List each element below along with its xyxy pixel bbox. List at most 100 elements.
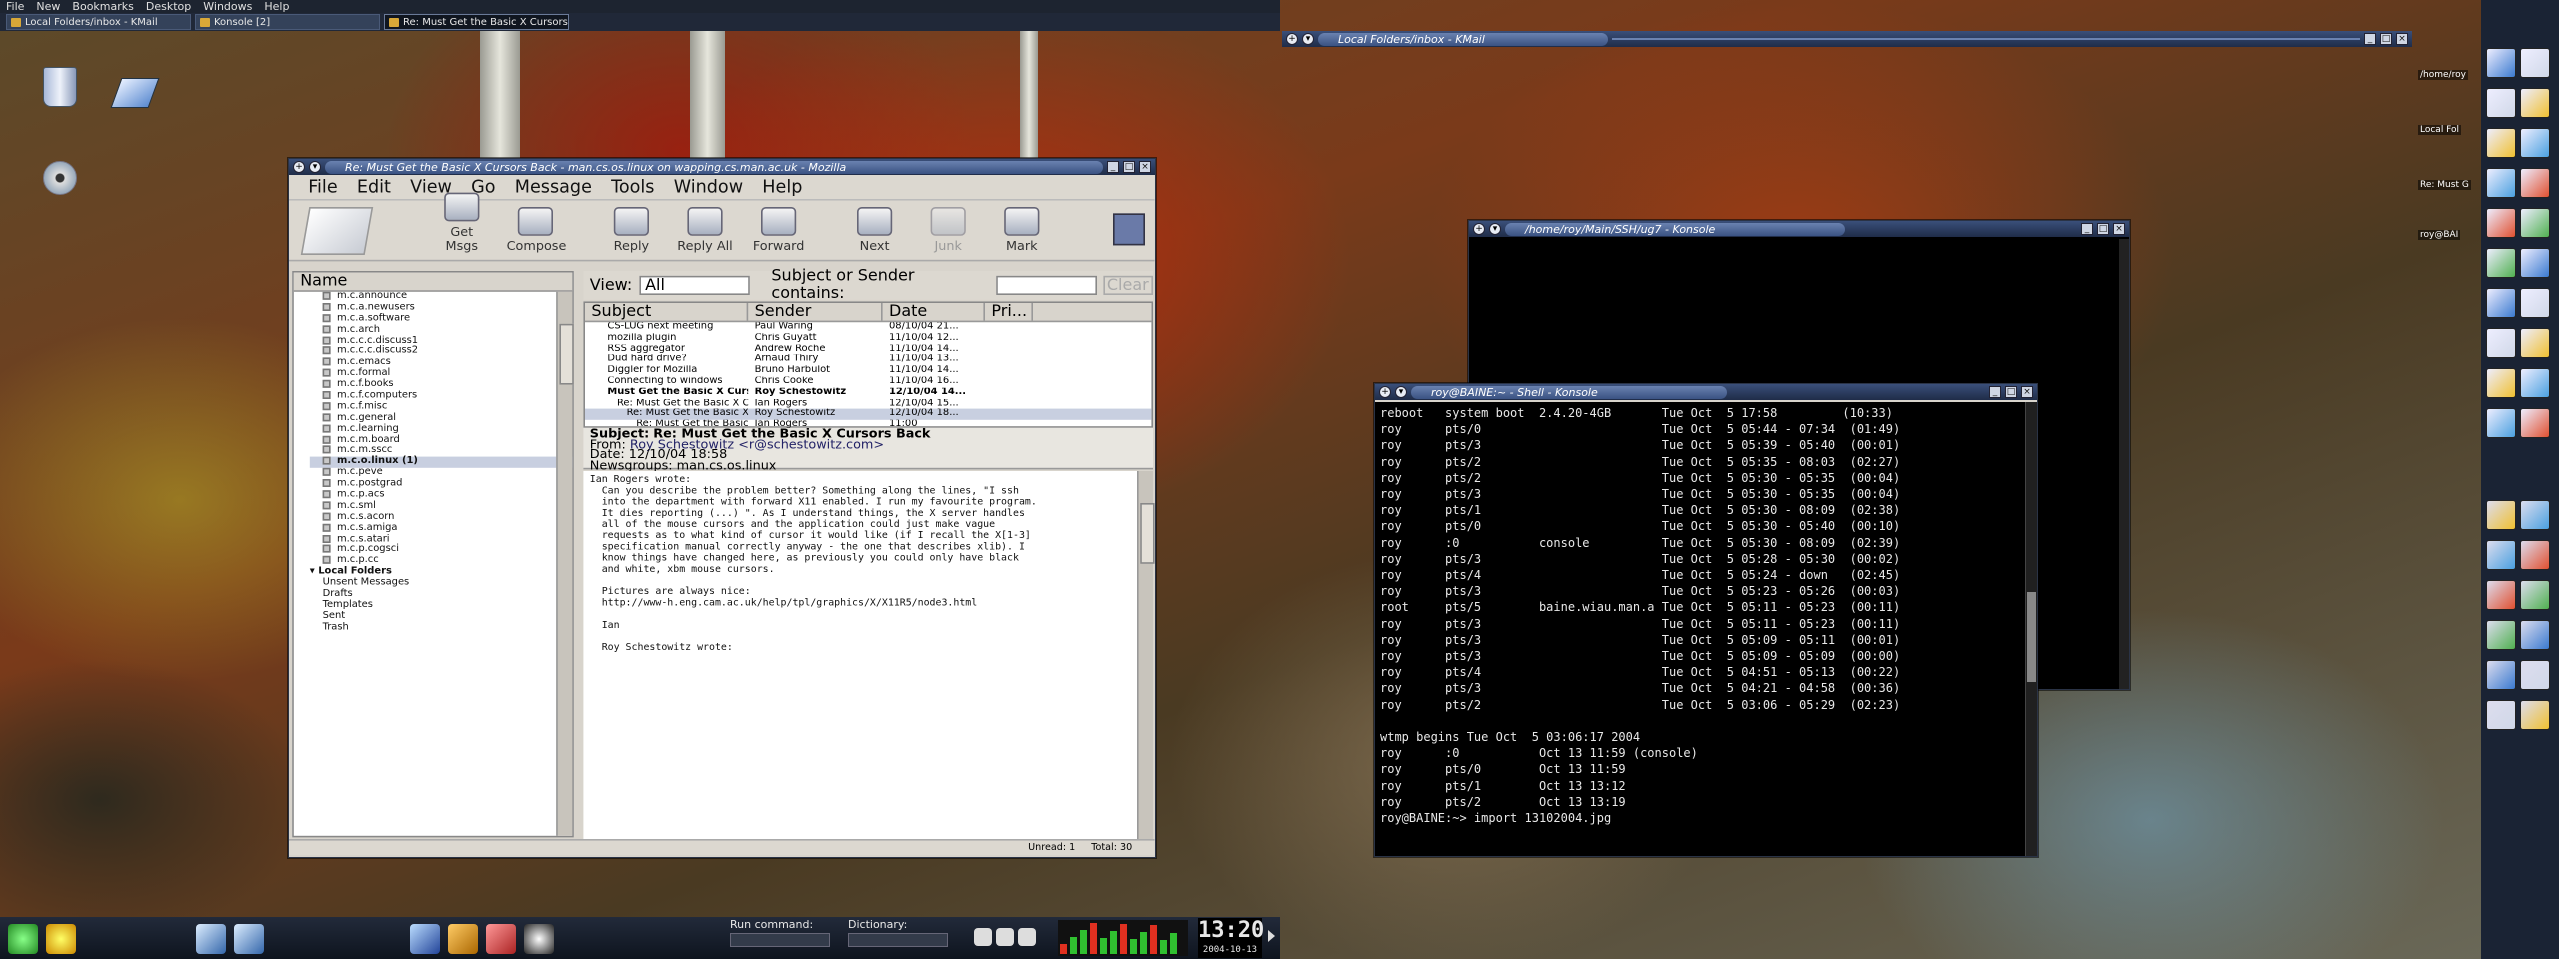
dock-launcher-icon[interactable] bbox=[2486, 580, 2516, 610]
mozilla-titlebar[interactable]: + ▾ Re: Must Get the Basic X Cursors Bac… bbox=[289, 159, 1155, 175]
dock-label-home[interactable]: /home/roy bbox=[2418, 70, 2468, 80]
dock-launcher-icon[interactable] bbox=[2486, 408, 2516, 438]
menu-file[interactable]: File bbox=[308, 177, 337, 198]
panel-clock[interactable]: 13:20 2004-10-13 bbox=[1198, 918, 1264, 958]
compose-button[interactable]: Compose bbox=[507, 207, 566, 253]
dock-launcher-icon[interactable] bbox=[2486, 88, 2516, 118]
task-kmail[interactable]: Local Folders/inbox - KMail bbox=[6, 14, 191, 30]
view-select[interactable]: All bbox=[638, 275, 749, 295]
dock-launcher-icon[interactable] bbox=[2520, 88, 2550, 118]
konsole-titlebar[interactable]: + ▾ roy@BAINE:~ - Shell - Konsole _ □ × bbox=[1375, 384, 2037, 400]
minimize-icon[interactable]: _ bbox=[1107, 161, 1119, 173]
dock-launcher-icon[interactable] bbox=[2520, 168, 2550, 198]
lightning-icon[interactable] bbox=[46, 924, 76, 954]
menu-desktop[interactable]: Desktop bbox=[146, 0, 191, 13]
dock-label-konsole[interactable]: roy@BAI bbox=[2418, 230, 2461, 240]
dock-launcher-icon[interactable] bbox=[2520, 368, 2550, 398]
body-scrollbar[interactable] bbox=[1137, 471, 1155, 839]
dock-launcher-icon[interactable] bbox=[2486, 328, 2516, 358]
dock-launcher-icon[interactable] bbox=[2520, 500, 2550, 530]
minimize-icon[interactable]: _ bbox=[2364, 33, 2376, 45]
cdrom-icon[interactable] bbox=[35, 155, 85, 205]
menu-file[interactable]: File bbox=[6, 0, 24, 13]
col-date[interactable]: Date bbox=[883, 303, 985, 321]
close-icon[interactable]: × bbox=[2113, 223, 2125, 235]
message-row[interactable]: Diggler for Mozilla Bruno Harbulot 11/10/0… bbox=[585, 366, 1151, 377]
search-input[interactable] bbox=[995, 275, 1097, 295]
col-priority[interactable]: Pri... bbox=[985, 303, 1033, 321]
terminal-output[interactable]: reboot system boot 2.4.20-4GB Tue Oct 5 … bbox=[1375, 402, 2025, 856]
konsole-bg-menu-button[interactable]: + bbox=[1473, 223, 1485, 235]
dock-launcher-icon[interactable] bbox=[2520, 540, 2550, 570]
minimize-icon[interactable]: _ bbox=[2081, 223, 2093, 235]
task-konsole[interactable]: Konsole [2] bbox=[195, 14, 380, 30]
dock-launcher-icon[interactable] bbox=[2520, 208, 2550, 238]
message-row[interactable]: RSS aggregator Andrew Roche 11/10/04 14... bbox=[585, 344, 1151, 355]
desktop-1-icon[interactable] bbox=[196, 924, 226, 954]
local-folder-item[interactable]: Templates bbox=[310, 599, 572, 612]
dock-launcher-icon[interactable] bbox=[2520, 48, 2550, 78]
scrollbar[interactable] bbox=[2119, 239, 2129, 689]
close-icon[interactable]: × bbox=[2396, 33, 2408, 45]
reply-all-button[interactable]: Reply All bbox=[676, 207, 734, 253]
message-row[interactable]: Re: Must Get the Basic X Curso... Roy Sch… bbox=[585, 409, 1152, 421]
panel-arrow-icon[interactable] bbox=[1268, 930, 1275, 942]
konsole-bg-titlebar[interactable]: + ▾ /home/roy/Main/SSH/ug7 - Konsole _ □… bbox=[1469, 221, 2129, 237]
dock-launcher-icon[interactable] bbox=[2520, 128, 2550, 158]
dock-launcher-icon[interactable] bbox=[2520, 620, 2550, 650]
dock-launcher-icon[interactable] bbox=[2520, 248, 2550, 278]
forward-button[interactable]: Forward bbox=[750, 207, 808, 253]
printer-icon[interactable] bbox=[996, 928, 1014, 946]
message-row[interactable]: Connecting to windows Chris Cooke 11/10/04… bbox=[585, 377, 1151, 388]
dock-launcher-icon[interactable] bbox=[2486, 48, 2516, 78]
terminal-scrollbar[interactable] bbox=[2025, 402, 2037, 856]
kde-menu-icon[interactable] bbox=[8, 924, 38, 954]
minimize-icon[interactable]: _ bbox=[1989, 386, 2001, 398]
dock-launcher-icon[interactable] bbox=[2486, 660, 2516, 690]
dock-launcher-icon[interactable] bbox=[2486, 168, 2516, 198]
editor-icon[interactable] bbox=[486, 924, 516, 954]
konsole-menu-button[interactable]: + bbox=[1379, 386, 1391, 398]
dock-launcher-icon[interactable] bbox=[2486, 128, 2516, 158]
message-row[interactable]: Dud hard drive? Arnaud Thiry 11/10/04 13..… bbox=[585, 355, 1151, 366]
menu-edit[interactable]: Edit bbox=[357, 177, 391, 198]
folder-column-header[interactable]: Name bbox=[293, 272, 573, 292]
dock-launcher-icon[interactable] bbox=[2486, 288, 2516, 318]
dock-launcher-icon[interactable] bbox=[2486, 540, 2516, 570]
kmail-menu-button[interactable]: + bbox=[1286, 33, 1298, 45]
message-row[interactable]: Re: Must Get the Basic X Cursors ... Ian … bbox=[585, 398, 1151, 409]
dictionary-input[interactable] bbox=[848, 933, 948, 947]
local-folder-item[interactable]: Sent bbox=[310, 610, 572, 623]
launcher-icon[interactable] bbox=[410, 924, 440, 954]
cd-player-icon[interactable] bbox=[524, 924, 554, 954]
dock-launcher-icon[interactable] bbox=[2520, 700, 2550, 730]
dock-label-kmail[interactable]: Local Fol bbox=[2418, 125, 2462, 135]
tools-icon[interactable] bbox=[448, 924, 478, 954]
konsole-window[interactable]: + ▾ roy@BAINE:~ - Shell - Konsole _ □ × … bbox=[1374, 383, 2038, 857]
maximize-icon[interactable]: □ bbox=[2097, 223, 2109, 235]
kmail-titlebar[interactable]: + ▾ Local Folders/inbox - KMail _ □ × bbox=[1282, 31, 2412, 47]
desktop-2-icon[interactable] bbox=[234, 924, 264, 954]
message-row[interactable]: Must Get the Basic X Cursors Back Roy Sch… bbox=[585, 387, 1151, 398]
message-row[interactable]: CS-LUG next meeting Paul Waring 08/10/04 2… bbox=[585, 322, 1151, 333]
konsole-bg-options-button[interactable]: ▾ bbox=[1489, 223, 1501, 235]
document-icon[interactable] bbox=[110, 70, 160, 120]
menu-windows[interactable]: Windows bbox=[203, 0, 252, 13]
mozilla-options-button[interactable]: ▾ bbox=[309, 161, 321, 173]
run-command-input[interactable] bbox=[730, 933, 830, 947]
maximize-icon[interactable]: □ bbox=[2005, 386, 2017, 398]
dock-launcher-icon[interactable] bbox=[2520, 660, 2550, 690]
menu-message[interactable]: Message bbox=[515, 177, 592, 198]
dock-launcher-icon[interactable] bbox=[2520, 288, 2550, 318]
clear-button[interactable]: Clear bbox=[1102, 275, 1153, 295]
reply-button[interactable]: Reply bbox=[603, 207, 661, 253]
menu-help[interactable]: Help bbox=[762, 177, 802, 198]
konsole-options-button[interactable]: ▾ bbox=[1395, 386, 1407, 398]
dock-launcher-icon[interactable] bbox=[2520, 328, 2550, 358]
kmail-options-button[interactable]: ▾ bbox=[1302, 33, 1314, 45]
dock-launcher-icon[interactable] bbox=[2520, 408, 2550, 438]
trash-icon[interactable] bbox=[35, 62, 85, 112]
dock-launcher-icon[interactable] bbox=[2486, 248, 2516, 278]
dock-launcher-icon[interactable] bbox=[2486, 700, 2516, 730]
task-mozilla[interactable]: Re: Must Get the Basic X Cursors B... bbox=[384, 14, 569, 30]
